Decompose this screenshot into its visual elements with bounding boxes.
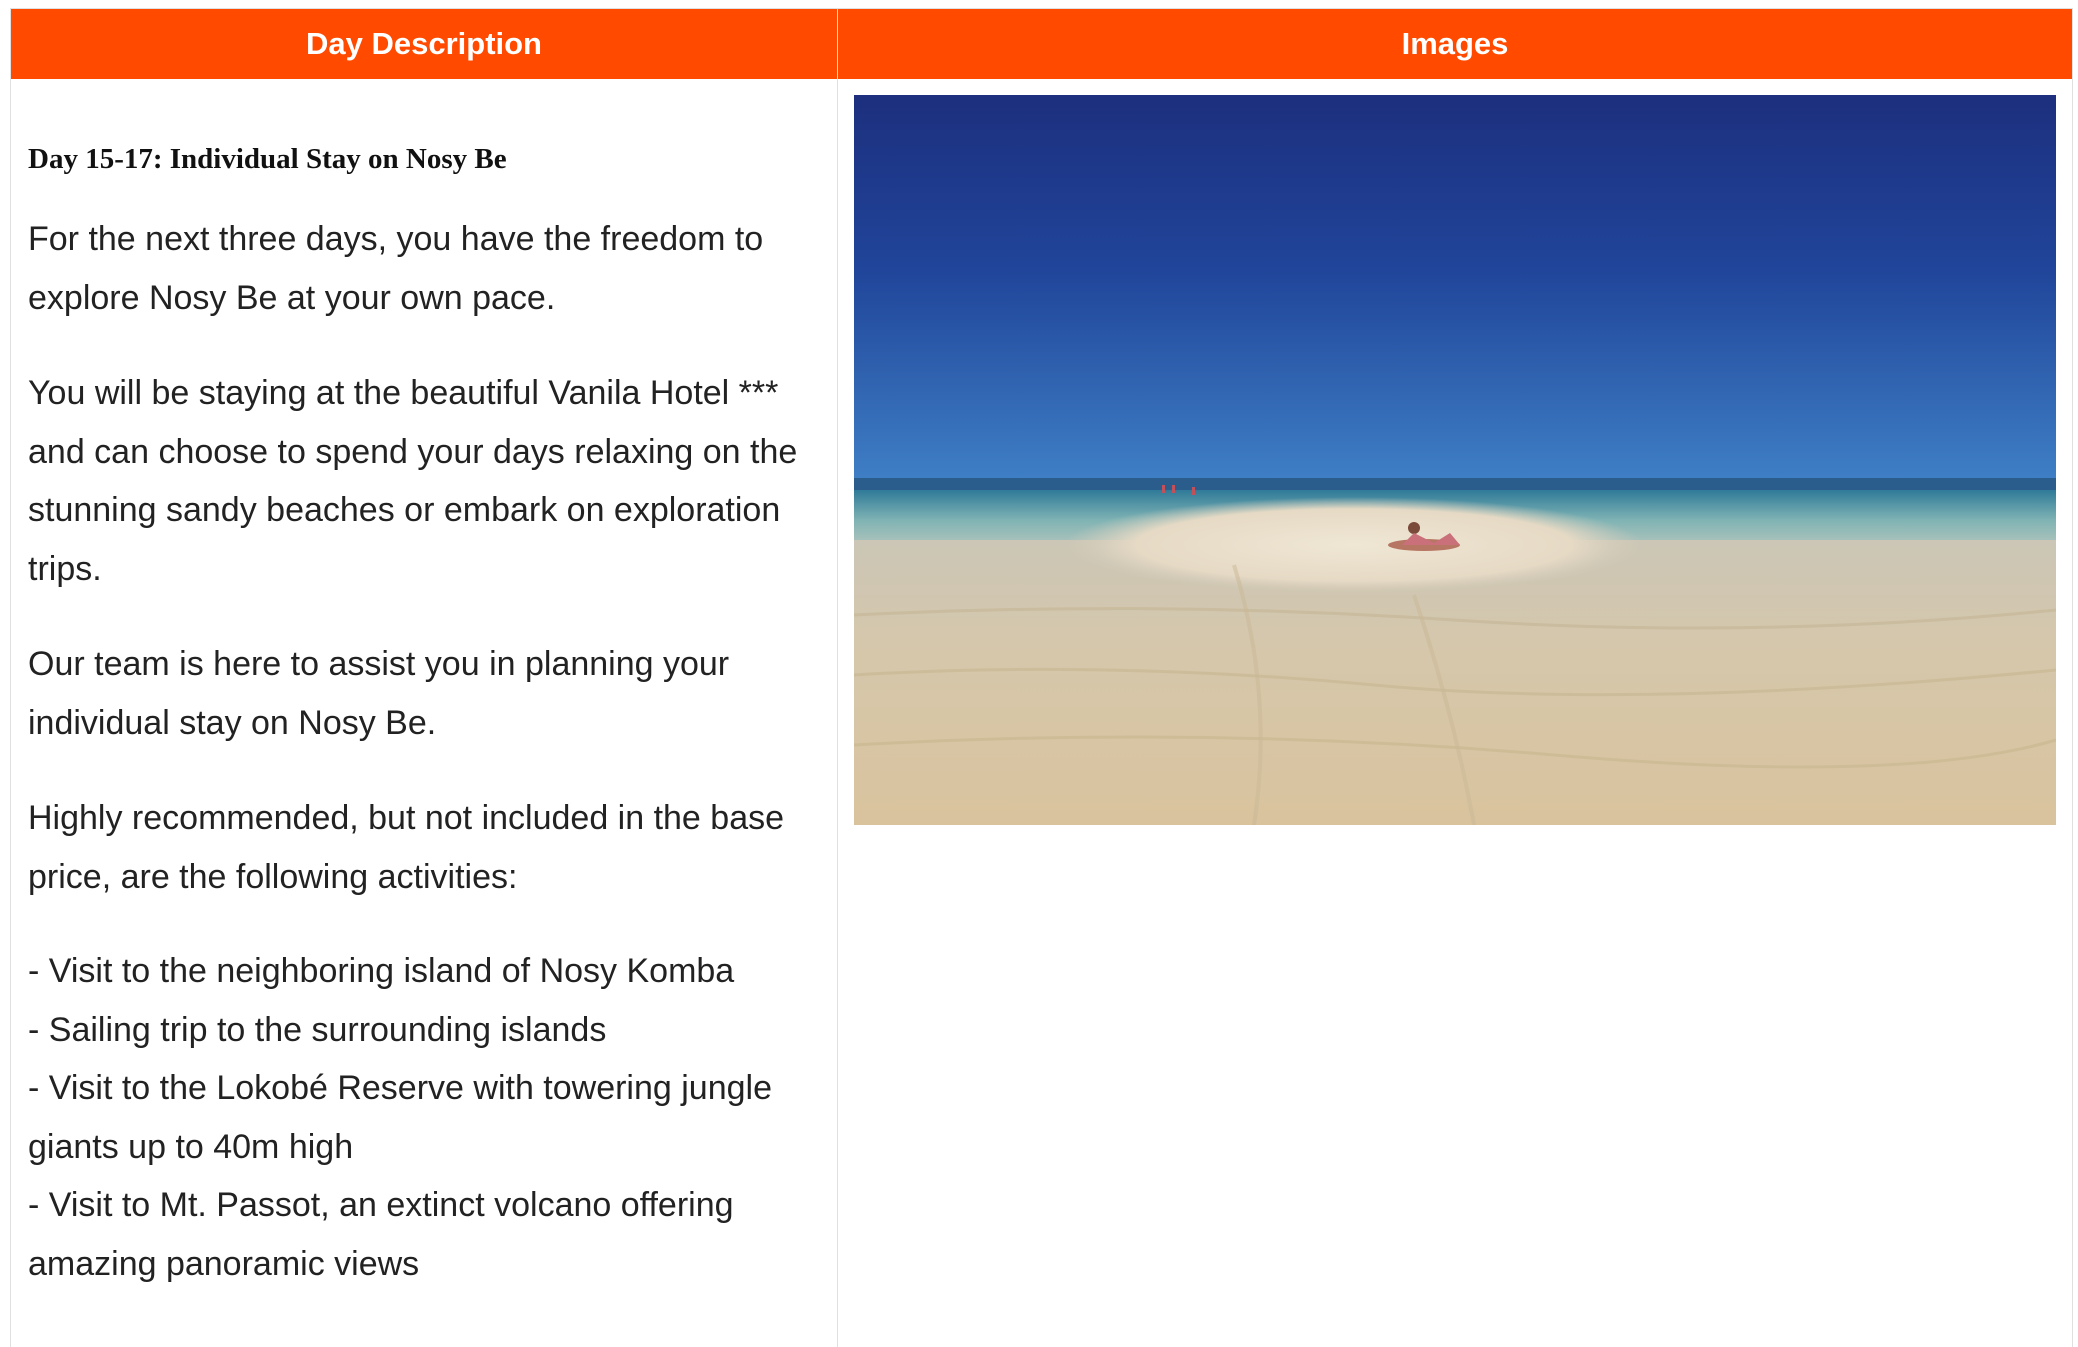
list-item: - Visit to Mt. Passot, an extinct volcan… <box>28 1186 734 1283</box>
list-item: - Visit to the Lokobé Reserve with tower… <box>28 1069 772 1166</box>
description-paragraph: You will be staying at the beautiful Van… <box>28 374 798 588</box>
table-header-row: Day Description Images <box>10 8 2073 79</box>
activity-list: - Visit to the neighboring island of Nos… <box>28 942 819 1293</box>
description-paragraph: Our team is here to assist you in planni… <box>28 645 730 742</box>
column-header-day-description: Day Description <box>10 8 838 79</box>
itinerary-table: Day Description Images Day 15-17: Indivi… <box>10 8 2073 1347</box>
day-description-cell: Day 15-17: Individual Stay on Nosy Be Fo… <box>10 79 838 1347</box>
table-row: Day 15-17: Individual Stay on Nosy Be Fo… <box>10 79 2073 1347</box>
beach-photo[interactable] <box>854 95 2056 825</box>
column-header-images: Images <box>837 8 2073 79</box>
day-title: Day 15-17: Individual Stay on Nosy Be <box>28 143 507 175</box>
images-cell <box>837 79 2073 1347</box>
list-item: - Sailing trip to the surrounding island… <box>28 1010 607 1049</box>
list-item: - Visit to the neighboring island of Nos… <box>28 952 735 990</box>
description-paragraph: For the next three days, you have the fr… <box>28 220 764 317</box>
description-paragraph: Highly recommended, but not included in … <box>28 799 785 896</box>
